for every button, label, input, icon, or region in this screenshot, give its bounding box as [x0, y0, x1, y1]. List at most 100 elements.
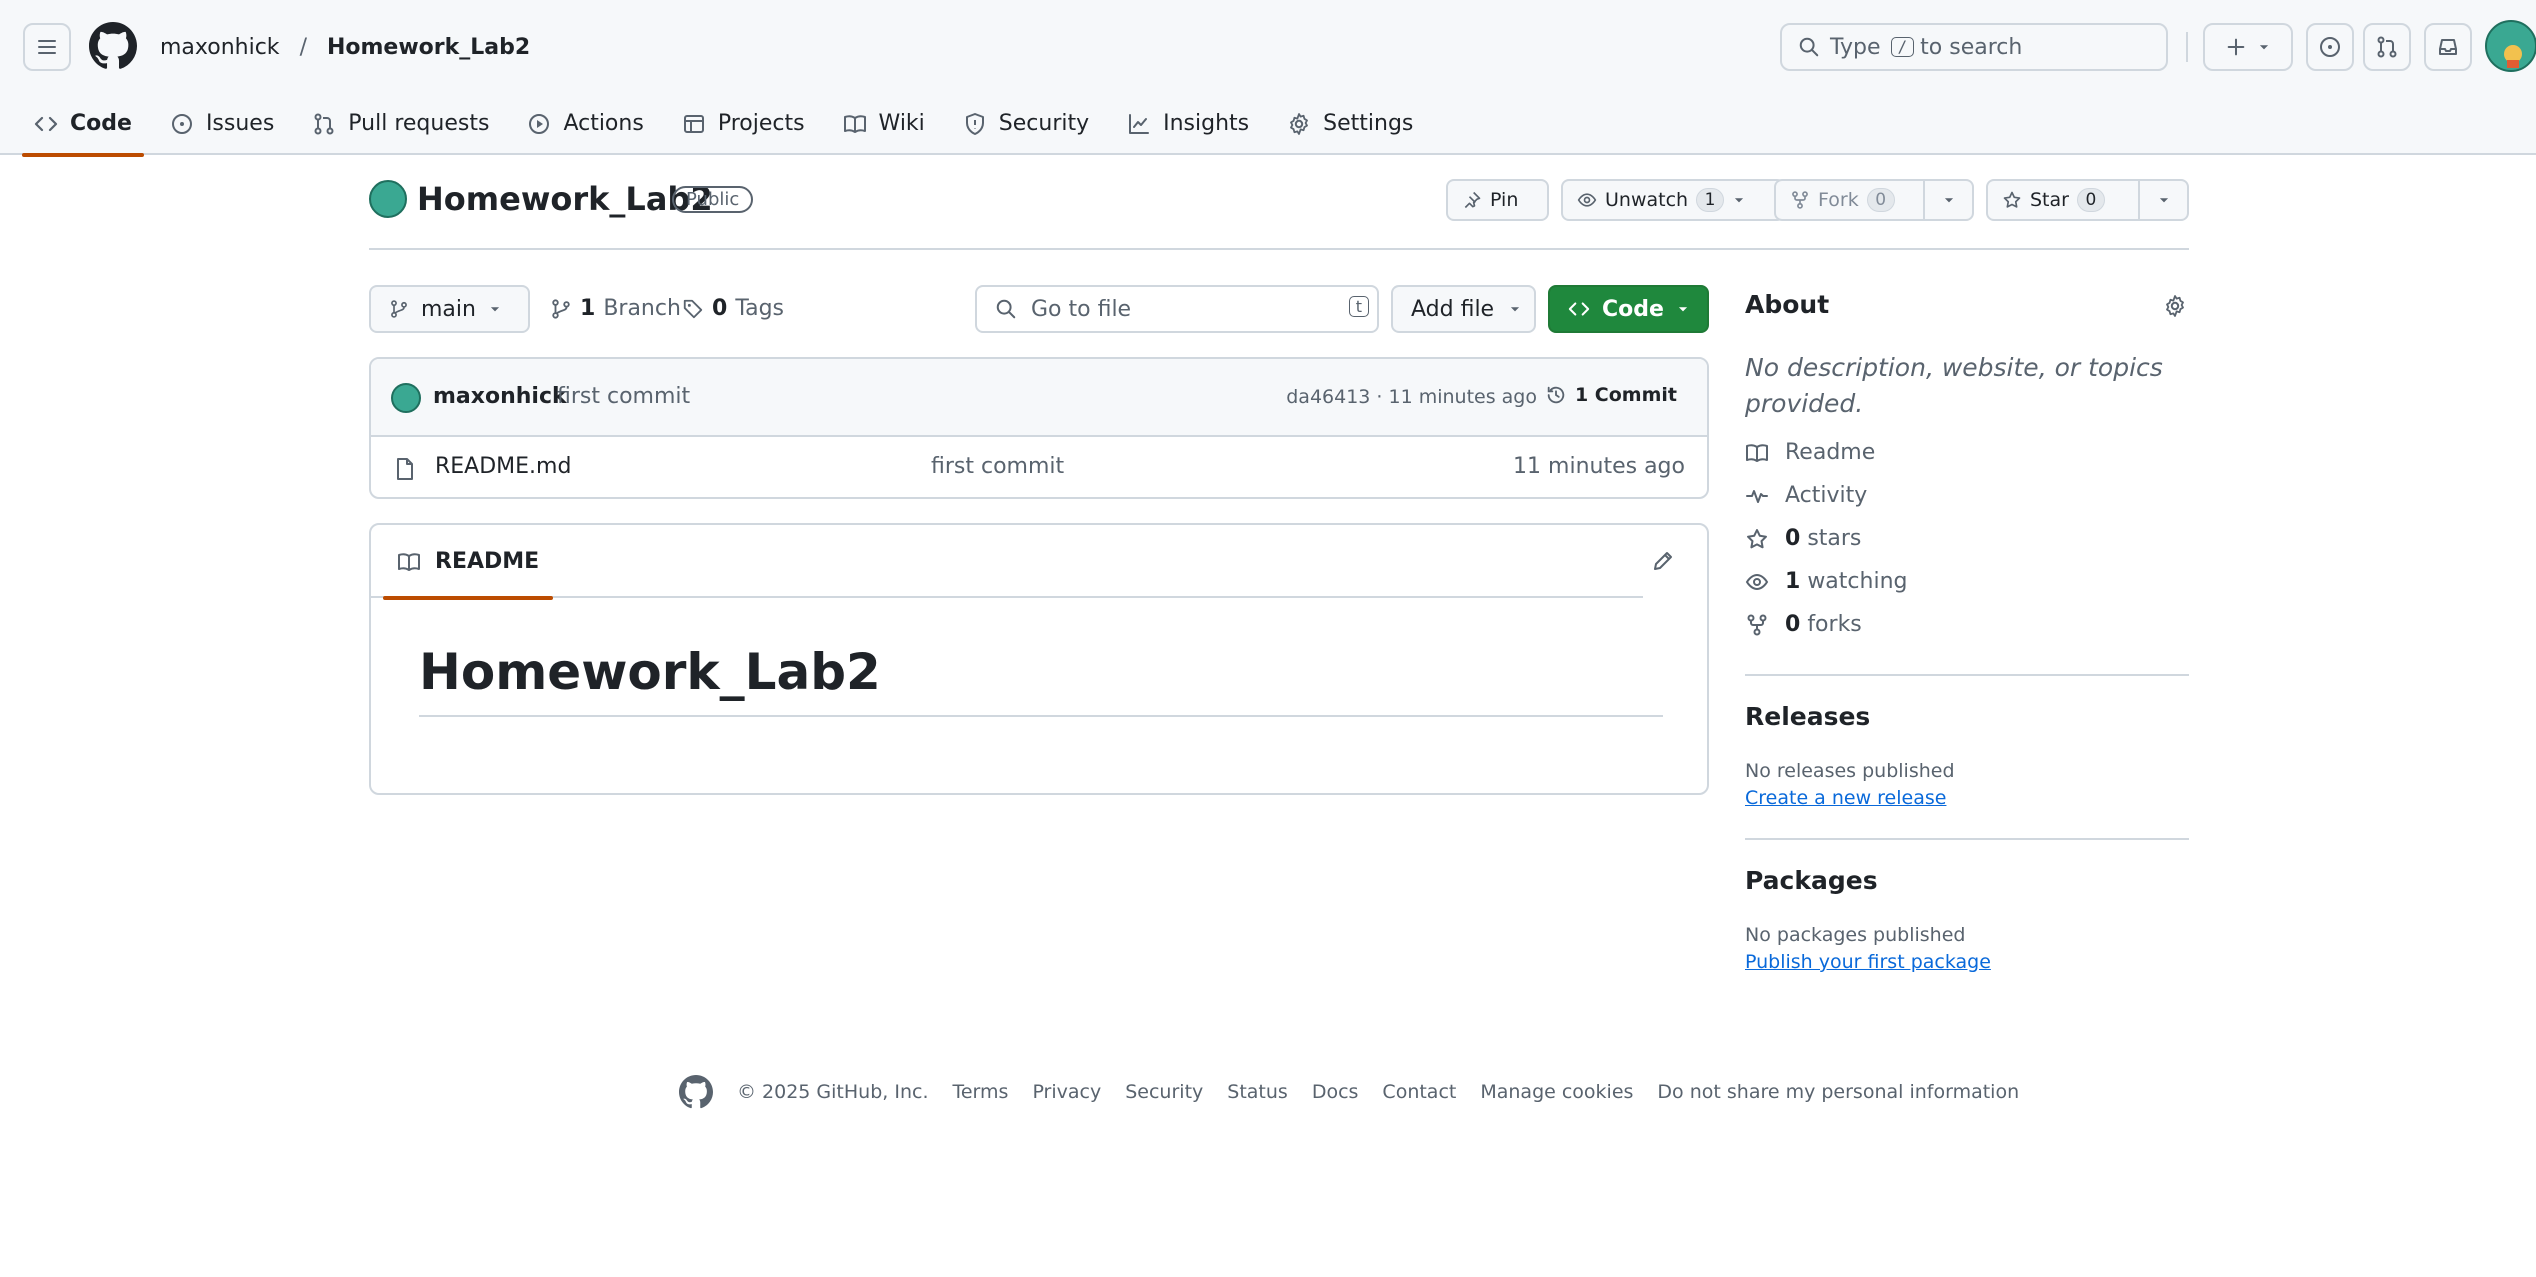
add-file-button[interactable]: Add file [1391, 285, 1536, 333]
tags-link[interactable]: 0 Tags [682, 296, 784, 321]
publish-package-link[interactable]: Publish your first package [1745, 951, 1991, 973]
github-logo-icon[interactable] [679, 1075, 713, 1109]
open-global-nav-button[interactable] [23, 23, 71, 71]
tab-pull-requests[interactable]: Pull requests [300, 94, 501, 155]
footer-link[interactable]: Status [1227, 1081, 1288, 1103]
chevron-down-icon [490, 307, 500, 312]
releases-title[interactable]: Releases [1745, 702, 1870, 731]
footer-link[interactable]: Manage cookies [1480, 1081, 1633, 1103]
history-icon [1547, 386, 1565, 404]
search-input[interactable]: Type / to search [1780, 23, 2168, 71]
tags-count: 0 [712, 296, 728, 321]
unwatch-button[interactable]: Unwatch 1 [1561, 179, 1785, 221]
inbox-button[interactable] [2424, 23, 2472, 71]
footer-link[interactable]: Contact [1382, 1081, 1456, 1103]
footer-link[interactable]: Docs [1312, 1081, 1359, 1103]
commit-message[interactable]: first commit [557, 384, 690, 409]
readme-tab-label: README [435, 549, 540, 574]
about-item-text: 0 stars [1785, 526, 1861, 551]
packages-empty-text: No packages published [1745, 924, 1966, 946]
tab-wiki[interactable]: Wiki [831, 94, 937, 155]
book-icon [843, 114, 866, 133]
about-description: No description, website, or topics provi… [1745, 353, 2163, 418]
star-list-dropdown[interactable] [2138, 181, 2187, 219]
fork-dropdown[interactable] [1923, 181, 1972, 219]
repo-title-row: Homework_Lab2 Public Pin Unwatch 1 Fork … [369, 176, 2189, 250]
about-item-stars[interactable]: 0 stars [1745, 526, 1861, 551]
star-count: 0 [2076, 188, 2105, 212]
footer-link[interactable]: Security [1125, 1081, 1203, 1103]
pull-request-icon [314, 113, 334, 134]
commit-author-avatar[interactable] [391, 383, 421, 413]
issues-button[interactable] [2306, 23, 2354, 71]
packages-title[interactable]: Packages [1745, 866, 1878, 895]
file-commit-message[interactable]: first commit [931, 454, 1064, 479]
footer-link[interactable]: Privacy [1032, 1081, 1101, 1103]
tab-settings[interactable]: Settings [1275, 94, 1425, 155]
pull-request-icon [2377, 36, 2397, 58]
file-name-link[interactable]: README.md [435, 454, 571, 479]
repo-nav-tabs: Code Issues Pull requests Actions Projects Wi… [22, 94, 1439, 157]
footer-link[interactable]: Do not share my personal information [1657, 1081, 2019, 1103]
footer-link[interactable]: Terms [952, 1081, 1008, 1103]
create-release-link[interactable]: Create a new release [1745, 787, 1946, 809]
user-avatar[interactable] [2485, 20, 2536, 72]
issue-icon [171, 113, 192, 134]
tab-code[interactable]: Code [22, 94, 144, 157]
go-to-file-input[interactable]: Go to file t [975, 285, 1379, 333]
branch-selector-button[interactable]: main [369, 285, 530, 333]
create-new-button[interactable] [2203, 23, 2293, 71]
breadcrumb-repo-link[interactable]: Homework_Lab2 [327, 35, 530, 60]
commit-hash-time[interactable]: da46413 · 11 minutes ago [1286, 386, 1537, 408]
tab-actions[interactable]: Actions [515, 94, 655, 155]
book-icon [398, 552, 420, 571]
graph-icon [1129, 113, 1150, 134]
book-icon [1746, 443, 1768, 462]
fork-icon [1747, 614, 1767, 635]
branches-label: Branch [603, 296, 681, 321]
gear-icon[interactable] [2163, 294, 2187, 318]
commit-history-link[interactable]: 1 Commit [1545, 384, 1677, 406]
divider [1745, 674, 2189, 676]
fork-count: 0 [1866, 188, 1895, 212]
repo-owner-avatar[interactable] [369, 180, 407, 218]
commit-author[interactable]: maxonhick [433, 384, 567, 409]
pin-button[interactable]: Pin [1446, 179, 1549, 221]
about-item-readme[interactable]: Readme [1745, 440, 1875, 465]
tab-label: Security [998, 111, 1090, 136]
divider [1745, 838, 2189, 840]
repo-name[interactable]: Homework_Lab2 [417, 180, 713, 218]
fork-icon [1792, 191, 1808, 209]
tab-insights[interactable]: Insights [1115, 94, 1261, 155]
play-icon [529, 113, 550, 134]
tab-label: Insights [1163, 111, 1250, 136]
footer-copyright: © 2025 GitHub, Inc. [737, 1081, 929, 1103]
code-download-button[interactable]: Code [1548, 285, 1709, 333]
table-row: README.md first commit 11 minutes ago [371, 437, 1707, 497]
chevron-down-icon [1734, 198, 1744, 203]
about-item-forks[interactable]: 0 forks [1745, 612, 1862, 637]
pencil-icon[interactable] [1651, 549, 1675, 573]
pull-requests-button[interactable] [2363, 23, 2411, 71]
tab-projects[interactable]: Projects [670, 94, 817, 155]
about-item-count: 0 [1785, 526, 1801, 551]
tab-issues[interactable]: Issues [158, 94, 286, 155]
tab-label: Code [70, 111, 132, 136]
global-header: maxonhick / Homework_Lab2 Type / to searc… [0, 0, 2536, 157]
fork-button[interactable]: Fork 0 [1774, 179, 1974, 221]
about-item-activity[interactable]: Activity [1745, 483, 1867, 508]
git-branch-icon [391, 300, 407, 318]
chevron-down-icon [2259, 45, 2269, 50]
breadcrumb-owner-link[interactable]: maxonhick [160, 35, 280, 60]
star-button[interactable]: Star 0 [1986, 179, 2189, 221]
readme-tab[interactable]: README [383, 525, 554, 600]
pulse-icon [1746, 489, 1768, 503]
add-file-label: Add file [1411, 296, 1495, 322]
plus-icon [2227, 38, 2245, 56]
tab-security[interactable]: Security [951, 94, 1101, 155]
chevron-down-icon [1678, 307, 1688, 312]
search-icon [996, 299, 1016, 319]
branches-link[interactable]: 1 Branch [550, 296, 681, 321]
github-logo-icon[interactable] [89, 22, 137, 70]
about-item-watching[interactable]: 1 watching [1745, 569, 1907, 594]
